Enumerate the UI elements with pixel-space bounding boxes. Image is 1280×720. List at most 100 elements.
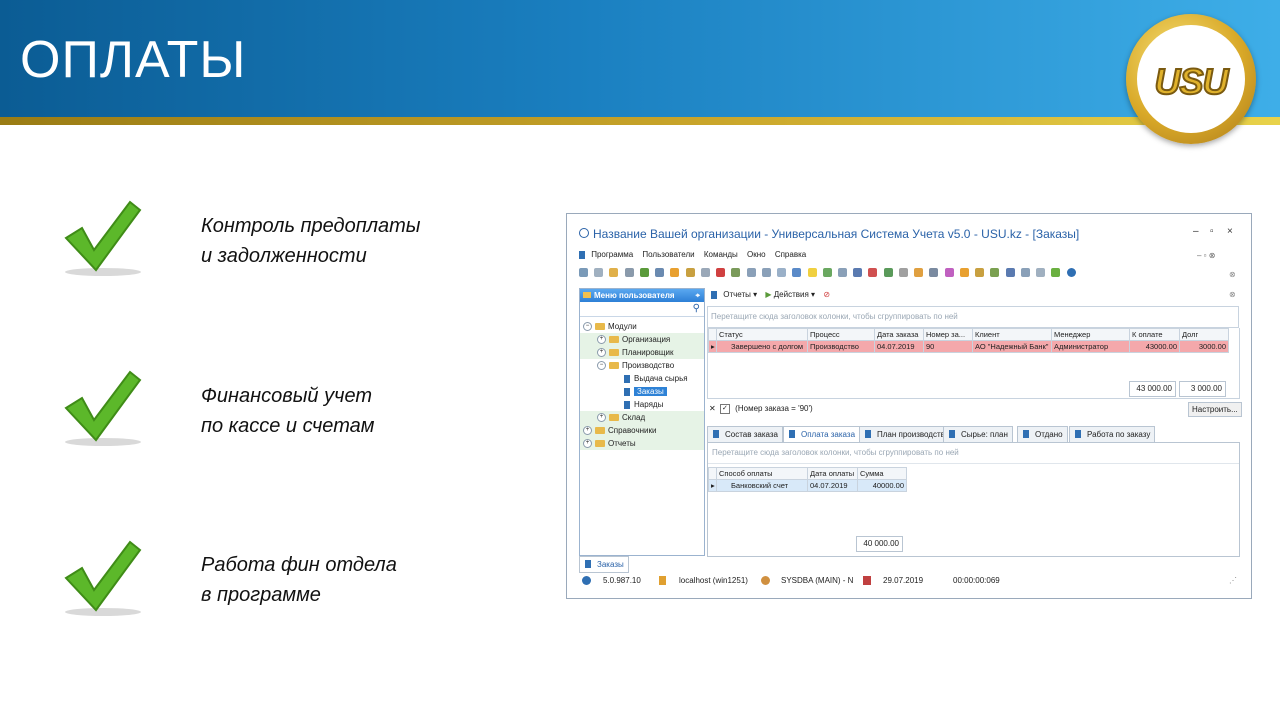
slide-title: ОПЛАТЫ: [20, 31, 247, 89]
toolbar-icon[interactable]: [716, 268, 726, 278]
tree-item-organization[interactable]: + Организация: [580, 333, 704, 346]
table-row[interactable]: ▸ Банковский счет 04.07.2019 40000.00: [708, 479, 907, 492]
col-order-date[interactable]: Дата заказа: [874, 328, 924, 341]
tree-item-work-orders[interactable]: Наряды: [580, 398, 704, 411]
toolbar-icon[interactable]: [837, 268, 847, 278]
bullet-2: Финансовый учет по кассе и счетам: [201, 385, 375, 437]
menu-help[interactable]: Справка: [775, 250, 806, 259]
refresh-icon[interactable]: ⊘: [823, 290, 830, 299]
toolbar-icon[interactable]: [670, 268, 680, 278]
toolbar-icon[interactable]: [807, 268, 817, 278]
info-icon[interactable]: [1066, 268, 1076, 278]
table-row[interactable]: ▸ Завершено с долгом Производство 04.07.…: [708, 340, 1229, 353]
toolbar-icon[interactable]: [746, 268, 756, 278]
mdi-controls[interactable]: – ▫ ⊗: [1197, 251, 1215, 260]
checkmark-icon: [64, 200, 142, 276]
sub-toolbar: Отчеты ▾ ▶ Действия ▾ ⊘: [707, 288, 830, 302]
close-button[interactable]: ×: [1227, 226, 1233, 237]
clear-filter-icon[interactable]: ✕: [709, 404, 716, 413]
orders-group-panel[interactable]: Перетащите сюда заголовок колонки, чтобы…: [707, 306, 1239, 328]
menu-program[interactable]: Программа: [591, 250, 633, 259]
toolbar-icon[interactable]: [883, 268, 893, 278]
tab-production-plan[interactable]: План производства: [859, 426, 955, 443]
status-user: SYSDBA (MAIN) - N: [781, 576, 854, 585]
user-icon: [761, 576, 770, 585]
toolbar-icon[interactable]: [868, 268, 878, 278]
toolbar-icon[interactable]: [731, 268, 741, 278]
col-process[interactable]: Процесс: [807, 328, 875, 341]
toolbar-icon[interactable]: [959, 268, 969, 278]
tree-item-orders[interactable]: Заказы: [580, 385, 704, 398]
toolbar-icon[interactable]: [639, 268, 649, 278]
menu-search[interactable]: ⚲: [580, 302, 704, 317]
toolbar-icon[interactable]: [1051, 268, 1061, 278]
toolbar-icon[interactable]: [792, 268, 802, 278]
bottom-tab-orders[interactable]: Заказы: [579, 556, 629, 573]
toolbar-icon[interactable]: [822, 268, 832, 278]
tab-order-work[interactable]: Работа по заказу: [1069, 426, 1156, 443]
toolbar-icon[interactable]: [761, 268, 771, 278]
minimize-button[interactable]: –: [1193, 226, 1199, 237]
toolbar-icon[interactable]: [853, 268, 863, 278]
toolbar-icon[interactable]: [929, 268, 939, 278]
toolbar-icon[interactable]: [1020, 268, 1030, 278]
toolbar-icon[interactable]: [1005, 268, 1015, 278]
tree-item-directories[interactable]: + Справочники: [580, 424, 704, 437]
toolbar-icon[interactable]: [898, 268, 908, 278]
toolbar-icon[interactable]: [1036, 268, 1046, 278]
reports-button[interactable]: Отчеты: [723, 290, 751, 299]
header-stripe: [0, 117, 1280, 125]
col-payment-date[interactable]: Дата оплаты: [807, 467, 858, 480]
menu-users[interactable]: Пользователи: [642, 250, 694, 259]
tab-order-payment[interactable]: Оплата заказа: [783, 426, 861, 443]
tree-item-reports[interactable]: + Отчеты: [580, 437, 704, 450]
toolbar-icon[interactable]: [624, 268, 634, 278]
panel-close-icon[interactable]: ⊗: [1229, 290, 1236, 299]
customize-filter-button[interactable]: Настроить...: [1188, 402, 1242, 417]
col-payment-method[interactable]: Способ оплаты: [716, 467, 808, 480]
toolbar-close-icon[interactable]: ⊗: [1229, 270, 1236, 279]
col-status[interactable]: Статус: [716, 328, 808, 341]
toolbar-icon[interactable]: [609, 268, 619, 278]
payments-group-panel[interactable]: Перетащите сюда заголовок колонки, чтобы…: [708, 443, 1239, 464]
toolbar-icon[interactable]: [944, 268, 954, 278]
toolbar-icon[interactable]: [655, 268, 665, 278]
tab-issued[interactable]: Отдано: [1017, 426, 1068, 443]
menu-commands[interactable]: Команды: [704, 250, 738, 259]
col-manager[interactable]: Менеджер: [1051, 328, 1130, 341]
search-icon[interactable]: ⚲: [693, 303, 700, 314]
filter-text: (Номер заказа = '90'): [735, 404, 813, 413]
toolbar-icon[interactable]: [685, 268, 695, 278]
tree-item-modules[interactable]: − Модули: [580, 320, 704, 333]
program-icon: [579, 250, 585, 259]
col-debt[interactable]: Долг: [1179, 328, 1229, 341]
toolbar-icon[interactable]: [579, 268, 588, 278]
tree-item-production[interactable]: − Производство: [580, 359, 704, 372]
resize-grip-icon[interactable]: ⋰: [1229, 574, 1237, 588]
tree-item-planner[interactable]: + Планировщик: [580, 346, 704, 359]
col-order-number[interactable]: Номер за...: [923, 328, 973, 341]
col-sum[interactable]: Сумма: [857, 467, 907, 480]
toolbar-icon[interactable]: [594, 268, 604, 278]
toolbar-icon[interactable]: [777, 268, 787, 278]
menu-folder-icon: [583, 292, 591, 298]
tab-order-composition[interactable]: Состав заказа: [707, 426, 783, 443]
toolbar-icon[interactable]: [990, 268, 1000, 278]
maximize-button[interactable]: ▫: [1210, 226, 1214, 237]
pin-icon[interactable]: ⌖: [695, 289, 700, 302]
toolbar-icon[interactable]: [700, 268, 710, 278]
menu-window[interactable]: Окно: [747, 250, 766, 259]
tree-item-warehouse[interactable]: + Склад: [580, 411, 704, 424]
total-to-pay: 43 000.00: [1129, 381, 1176, 397]
window-title: Название Вашей организации - Универсальн…: [593, 227, 1080, 241]
toolbar-icon[interactable]: [914, 268, 924, 278]
reports-icon: [711, 290, 717, 299]
toolbar-icon[interactable]: [975, 268, 985, 278]
col-to-pay[interactable]: К оплате: [1129, 328, 1180, 341]
actions-button[interactable]: Действия: [774, 290, 809, 299]
col-client[interactable]: Клиент: [972, 328, 1052, 341]
tab-raw-plan[interactable]: Сырье: план: [943, 426, 1013, 443]
filter-checkbox[interactable]: ✓: [719, 403, 730, 414]
actions-icon: ▶: [765, 290, 772, 299]
tree-item-raw-issue[interactable]: Выдача сырья: [580, 372, 704, 385]
